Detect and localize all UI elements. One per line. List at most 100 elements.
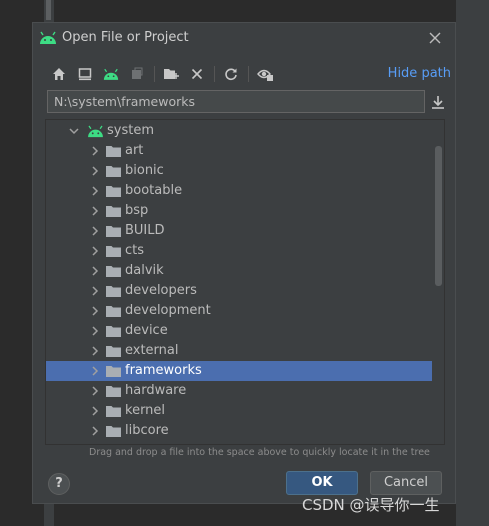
toolbar-separator xyxy=(154,66,155,82)
tree-item[interactable]: BUILD xyxy=(46,221,432,241)
tree-scrollbar[interactable] xyxy=(435,146,442,286)
new-folder-icon xyxy=(164,69,179,79)
tree-item[interactable]: cts xyxy=(46,241,432,261)
delete-button[interactable] xyxy=(186,63,208,85)
tree-item-label: device xyxy=(125,323,168,338)
chevron-right-icon[interactable] xyxy=(89,285,101,297)
chevron-right-icon[interactable] xyxy=(89,185,101,197)
ok-button[interactable]: OK xyxy=(286,471,358,495)
refresh-button[interactable] xyxy=(220,63,242,85)
path-input[interactable]: N:\system\frameworks xyxy=(47,90,425,113)
tree-item-label: kernel xyxy=(125,403,166,418)
chevron-down-icon[interactable] xyxy=(68,125,80,137)
tree-item[interactable]: hardware xyxy=(46,381,432,401)
delete-icon xyxy=(191,68,203,80)
chevron-right-icon[interactable] xyxy=(89,365,101,377)
folder-icon xyxy=(106,166,121,177)
help-button[interactable]: ? xyxy=(48,473,70,495)
folder-icon xyxy=(106,406,121,417)
tree-item-label: libcore xyxy=(125,423,169,438)
tree-item[interactable]: device xyxy=(46,321,432,341)
tree-item[interactable]: libcore xyxy=(46,421,432,441)
tree-item-label: bootable xyxy=(125,183,183,198)
android-icon xyxy=(103,68,119,80)
tree-item-label: development xyxy=(125,303,211,318)
show-hidden-button[interactable] xyxy=(254,63,276,85)
folder-icon xyxy=(106,266,121,277)
tree-item[interactable]: dalvik xyxy=(46,261,432,281)
chevron-right-icon[interactable] xyxy=(89,245,101,257)
folder-icon xyxy=(106,286,121,297)
folder-icon xyxy=(106,226,121,237)
drag-drop-hint: Drag and drop a file into the space abov… xyxy=(89,447,430,458)
android-root-button[interactable] xyxy=(100,63,122,85)
ide-scroll-thumb xyxy=(46,0,51,20)
hide-path-link[interactable]: Hide path xyxy=(388,66,451,81)
tree-item-label: bsp xyxy=(125,203,149,218)
tree-item-label: developers xyxy=(125,283,197,298)
module-button[interactable] xyxy=(126,63,148,85)
folder-icon xyxy=(106,326,121,337)
home-button[interactable] xyxy=(48,63,70,85)
chevron-right-icon[interactable] xyxy=(89,305,101,317)
open-file-dialog: Open File or Project Hide path N:\system… xyxy=(32,22,456,504)
tree-item-label: bionic xyxy=(125,163,164,178)
tree-item[interactable]: external xyxy=(46,341,432,361)
tree-item[interactable]: developers xyxy=(46,281,432,301)
file-toolbar: Hide path xyxy=(48,63,451,85)
toolbar-separator xyxy=(214,66,215,82)
tree-item-label: hardware xyxy=(125,383,187,398)
tree-root-label: system xyxy=(107,123,154,138)
tree-item[interactable]: bootable xyxy=(46,181,432,201)
chevron-right-icon[interactable] xyxy=(89,405,101,417)
show-hidden-icon xyxy=(257,69,273,81)
tree-item[interactable]: development xyxy=(46,301,432,321)
dialog-title: Open File or Project xyxy=(62,30,189,45)
ide-background xyxy=(0,0,32,526)
chevron-right-icon[interactable] xyxy=(89,345,101,357)
folder-icon xyxy=(106,246,121,257)
file-tree[interactable]: system art bionic bootable bsp BUILD cts dalvi… xyxy=(45,119,445,445)
dialog-titlebar: Open File or Project xyxy=(33,23,455,55)
folder-icon xyxy=(106,186,121,197)
tree-item[interactable]: frameworks xyxy=(46,361,432,381)
chevron-right-icon[interactable] xyxy=(89,325,101,337)
folder-icon xyxy=(106,426,121,437)
chevron-right-icon[interactable] xyxy=(89,425,101,437)
new-folder-button[interactable] xyxy=(160,63,182,85)
folder-icon xyxy=(106,306,121,317)
folder-icon xyxy=(106,206,121,217)
refresh-icon xyxy=(225,68,237,81)
android-icon xyxy=(88,125,103,138)
ide-right-panel xyxy=(456,0,489,526)
chevron-right-icon[interactable] xyxy=(89,205,101,217)
watermark: CSDN @误导你一生 xyxy=(302,496,440,514)
toolbar-separator xyxy=(248,66,249,82)
tree-item[interactable]: bsp xyxy=(46,201,432,221)
tree-item-label: art xyxy=(125,143,144,158)
folder-icon xyxy=(106,146,121,157)
tree-item-label: frameworks xyxy=(125,363,202,378)
chevron-right-icon[interactable] xyxy=(89,265,101,277)
folder-icon xyxy=(106,366,121,377)
chevron-right-icon[interactable] xyxy=(89,165,101,177)
folder-icon xyxy=(106,386,121,397)
tree-item[interactable]: art xyxy=(46,141,432,161)
download-icon[interactable] xyxy=(429,93,447,111)
chevron-right-icon[interactable] xyxy=(89,225,101,237)
android-icon xyxy=(40,31,56,44)
module-icon xyxy=(132,67,143,79)
tree-item-label: external xyxy=(125,343,179,358)
home-icon xyxy=(53,68,65,80)
tree-item[interactable]: bionic xyxy=(46,161,432,181)
tree-item[interactable]: kernel xyxy=(46,401,432,421)
tree-item-label: dalvik xyxy=(125,263,164,278)
chevron-right-icon[interactable] xyxy=(89,385,101,397)
tree-item-label: BUILD xyxy=(125,223,165,238)
close-icon[interactable] xyxy=(427,30,443,46)
tree-root-row[interactable]: system xyxy=(46,121,432,141)
cancel-button[interactable]: Cancel xyxy=(370,471,442,495)
desktop-icon xyxy=(78,68,92,81)
chevron-right-icon[interactable] xyxy=(89,145,101,157)
desktop-button[interactable] xyxy=(74,63,96,85)
